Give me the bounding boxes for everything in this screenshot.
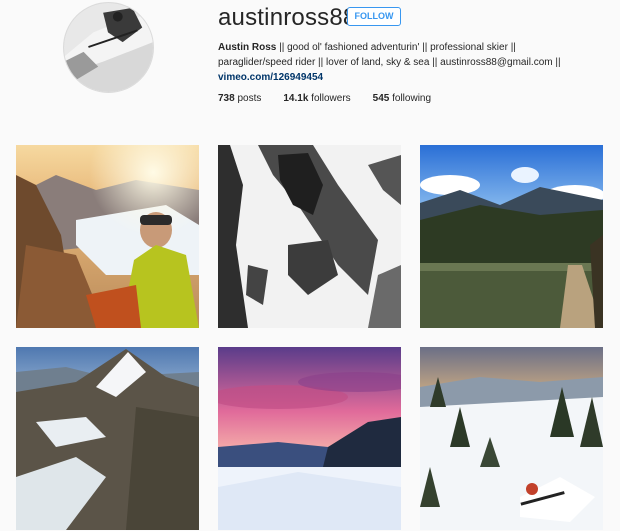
following-label: following [389,93,432,104]
profile-bio: Austin Ross || good ol' fashioned advent… [218,40,598,85]
following-count: 545 [372,93,390,104]
post-thumbnail[interactable] [16,145,199,328]
profile-stats: 738 posts 14.1k followers 545 following [218,93,453,104]
following-stat[interactable]: 545 following [373,93,431,104]
profile-username: austinross88 [218,4,357,31]
post-thumbnail[interactable] [218,145,401,328]
bio-text-line2: paraglider/speed rider || lover of land,… [218,57,561,68]
post-thumbnail[interactable] [420,145,603,328]
post-thumbnail[interactable] [420,347,603,530]
avatar-image [64,3,153,92]
profile-full-name: Austin Ross [218,42,277,53]
posts-label: posts [234,93,262,104]
profile-website-link[interactable]: vimeo.com/126949454 [218,72,323,83]
followers-count: 14.1k [283,93,309,104]
post-thumbnail[interactable] [218,347,401,530]
profile-avatar[interactable] [63,2,154,93]
followers-stat[interactable]: 14.1k followers [283,93,350,104]
post-thumbnail[interactable] [16,347,199,530]
posts-count: 738 [218,93,235,104]
bio-text-line1: || good ol' fashioned adventurin' || pro… [276,42,516,53]
followers-label: followers [308,93,351,104]
post-grid [16,145,603,531]
posts-stat: 738 posts [218,93,261,104]
follow-button[interactable]: FOLLOW [347,7,401,26]
